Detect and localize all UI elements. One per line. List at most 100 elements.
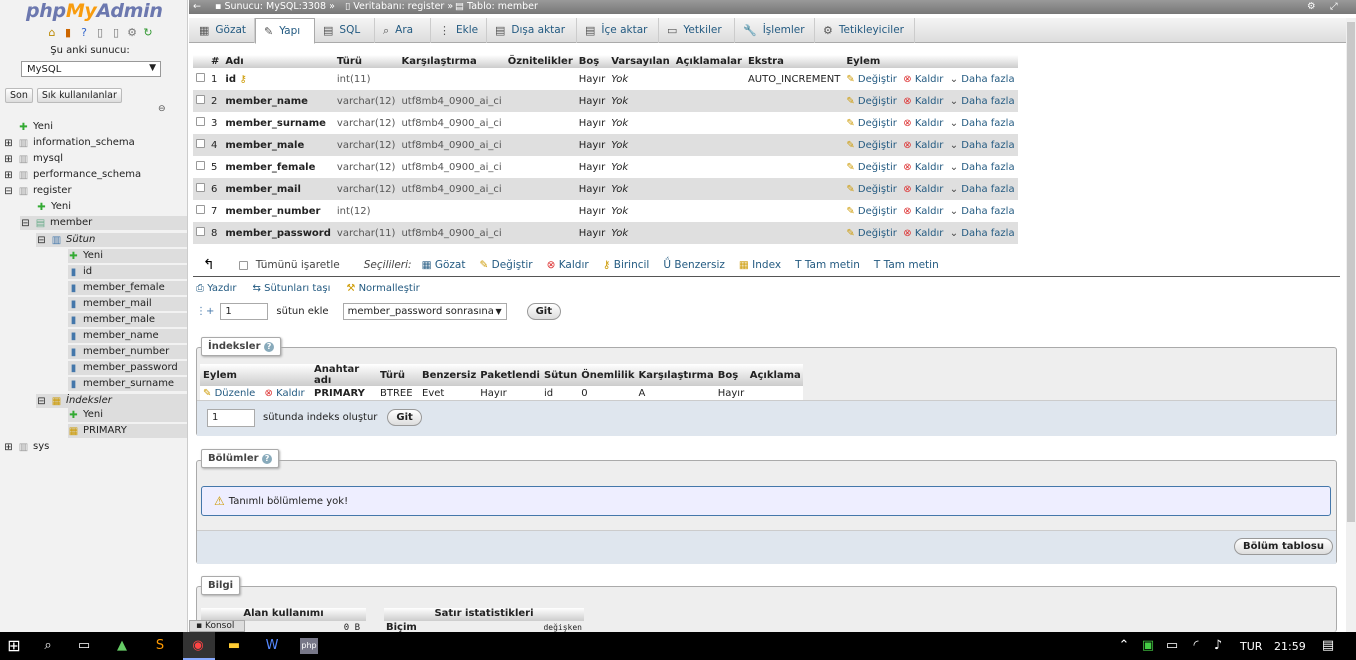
tree-item-column[interactable]: ▮ member_password: [68, 361, 187, 375]
tree-item-new-db[interactable]: ✚ Yeni: [18, 120, 53, 134]
breadcrumb-database[interactable]: ▯ Veritabanı: register »: [345, 0, 453, 14]
logout-icon[interactable]: ▮: [62, 27, 74, 39]
add-column-go-button[interactable]: Git: [526, 302, 562, 320]
task-view-icon[interactable]: ▭: [76, 638, 92, 654]
collapse-icon[interactable]: ⊟: [3, 186, 14, 197]
change-link[interactable]: ✎ Değiştir: [846, 74, 897, 85]
tree-item-column[interactable]: ▮ member_male: [68, 313, 187, 327]
tree-item-new-index[interactable]: ✚ Yeni: [68, 408, 187, 422]
wifi-icon[interactable]: ◜: [1188, 638, 1204, 654]
recent-tables-button[interactable]: Son: [5, 88, 33, 103]
tree-item-column[interactable]: ▮ member_mail: [68, 297, 187, 311]
tab-privileges[interactable]: ▭ Yetkiler: [659, 18, 735, 43]
more-link[interactable]: ⌄ Daha fazla: [950, 140, 1015, 151]
favorite-tables-button[interactable]: Sık kullanılanlar: [36, 88, 122, 103]
tree-item-index[interactable]: ▦ PRIMARY: [68, 424, 187, 438]
sql-docs-icon[interactable]: ▯: [110, 27, 122, 39]
bulk-primary-button[interactable]: ⚷ Birincil: [603, 259, 650, 271]
more-link[interactable]: ⌄ Daha fazla: [950, 206, 1015, 217]
tab-insert[interactable]: ⋮ Ekle: [431, 18, 487, 43]
breadcrumb-table[interactable]: ▤ Tablo: member: [455, 0, 538, 14]
column-header[interactable]: Adı: [222, 55, 334, 68]
more-link[interactable]: ⌄ Daha fazla: [950, 118, 1015, 129]
tab-triggers[interactable]: ⚙ Tetikleyiciler: [815, 18, 915, 43]
bulk-change-button[interactable]: ✎ Değiştir: [479, 259, 532, 271]
drop-link[interactable]: ⊗ Kaldır: [903, 140, 943, 151]
change-link[interactable]: ✎ Değiştir: [846, 228, 897, 239]
scrollbar[interactable]: [1346, 18, 1356, 632]
change-link[interactable]: ✎ Değiştir: [846, 96, 897, 107]
docs-icon[interactable]: ▯: [94, 27, 106, 39]
notifications-icon[interactable]: ▤: [1320, 638, 1336, 654]
edit-index-link[interactable]: ✎ Düzenle: [203, 388, 255, 399]
column-name[interactable]: member_female: [222, 156, 334, 178]
clock[interactable]: 21:59: [1274, 640, 1306, 653]
php-icon[interactable]: php: [300, 638, 318, 654]
add-column-position-select[interactable]: member_password sonrasına ▼: [342, 302, 507, 320]
partition-table-button[interactable]: Bölüm tablosu: [1234, 538, 1333, 555]
check-all-checkbox[interactable]: [238, 260, 248, 270]
more-link[interactable]: ⌄ Daha fazla: [950, 162, 1015, 173]
bulk-fulltext-button[interactable]: T Tam metin: [795, 259, 860, 271]
reload-icon[interactable]: ↻: [142, 27, 154, 39]
column-name[interactable]: member_mail: [222, 178, 334, 200]
tree-item-column[interactable]: ▮ id: [68, 265, 187, 279]
check-all-label[interactable]: Tümünü işaretle: [256, 259, 340, 271]
column-name[interactable]: member_password: [222, 222, 334, 244]
language-indicator[interactable]: TUR: [1240, 640, 1262, 653]
file-explorer-icon[interactable]: ▬: [226, 638, 242, 654]
tree-item-mysql[interactable]: ⊞ ▥ mysql: [3, 152, 63, 166]
drop-link[interactable]: ⊗ Kaldır: [903, 96, 943, 107]
expand-icon[interactable]: ⊞: [3, 138, 14, 149]
expand-icon[interactable]: ⊞: [3, 170, 14, 181]
normalize-link[interactable]: ⚒ Normalleştir: [346, 283, 419, 294]
drop-index-link[interactable]: ⊗ Kaldır: [264, 388, 304, 399]
app-tray-icon[interactable]: ▣: [1140, 638, 1156, 654]
row-checkbox[interactable]: [196, 227, 205, 236]
android-app-icon[interactable]: ▲: [114, 638, 130, 654]
tree-item-column[interactable]: ▮ member_number: [68, 345, 187, 359]
drop-link[interactable]: ⊗ Kaldır: [903, 228, 943, 239]
bulk-fulltext-button[interactable]: T Tam metin: [874, 259, 939, 271]
add-column-count-input[interactable]: 1: [220, 302, 269, 320]
more-link[interactable]: ⌄ Daha fazla: [950, 184, 1015, 195]
word-icon[interactable]: W: [264, 638, 280, 654]
tree-item-member[interactable]: ⊟ ▤ member: [20, 216, 187, 230]
server-select[interactable]: MySQL ▼: [21, 61, 161, 77]
bulk-unique-button[interactable]: Ǘ Benzersiz: [663, 259, 725, 271]
move-columns-link[interactable]: ⇆ Sütunları taşı: [253, 283, 331, 294]
change-link[interactable]: ✎ Değiştir: [846, 118, 897, 129]
collapse-icon[interactable]: ⊟: [36, 396, 47, 407]
collapse-icon[interactable]: ⤢: [1330, 0, 1338, 14]
volume-icon[interactable]: ♪: [1210, 638, 1226, 654]
tree-item-indexes[interactable]: ⊟ ▦ İndeksler: [36, 394, 187, 408]
tree-item-performance-schema[interactable]: ⊞ ▥ performance_schema: [3, 168, 141, 182]
bulk-drop-button[interactable]: ⊗ Kaldır: [547, 259, 589, 271]
console-toggle[interactable]: ▪ Konsol: [189, 620, 245, 632]
row-checkbox[interactable]: [196, 183, 205, 192]
back-arrow-icon[interactable]: ←: [193, 0, 201, 14]
change-link[interactable]: ✎ Değiştir: [846, 140, 897, 151]
more-link[interactable]: ⌄ Daha fazla: [950, 96, 1015, 107]
row-checkbox[interactable]: [196, 95, 205, 104]
help-icon[interactable]: ?: [264, 342, 275, 352]
tree-item-sys[interactable]: ⊞ ▥ sys: [3, 440, 49, 454]
collapse-icon[interactable]: ⊟: [20, 218, 31, 229]
drop-link[interactable]: ⊗ Kaldır: [903, 184, 943, 195]
home-icon[interactable]: ⌂: [46, 27, 58, 39]
drop-link[interactable]: ⊗ Kaldır: [903, 118, 943, 129]
tab-browse[interactable]: ▦ Gözat: [191, 18, 255, 43]
link-icon[interactable]: ⊖: [158, 104, 166, 114]
breadcrumb-server[interactable]: ▪ Sunucu: MySQL:3308 »: [215, 0, 335, 14]
chevron-up-icon[interactable]: ⌃: [1116, 638, 1132, 654]
row-checkbox[interactable]: [196, 205, 205, 214]
row-checkbox[interactable]: [196, 73, 205, 82]
row-checkbox[interactable]: [196, 161, 205, 170]
change-link[interactable]: ✎ Değiştir: [846, 184, 897, 195]
row-checkbox[interactable]: [196, 139, 205, 148]
windows-start-icon[interactable]: ⊞: [6, 638, 22, 654]
tree-item-register[interactable]: ⊟ ▥ register: [3, 184, 71, 198]
drop-link[interactable]: ⊗ Kaldır: [903, 74, 943, 85]
collapse-icon[interactable]: ⊟: [36, 235, 47, 246]
change-link[interactable]: ✎ Değiştir: [846, 162, 897, 173]
